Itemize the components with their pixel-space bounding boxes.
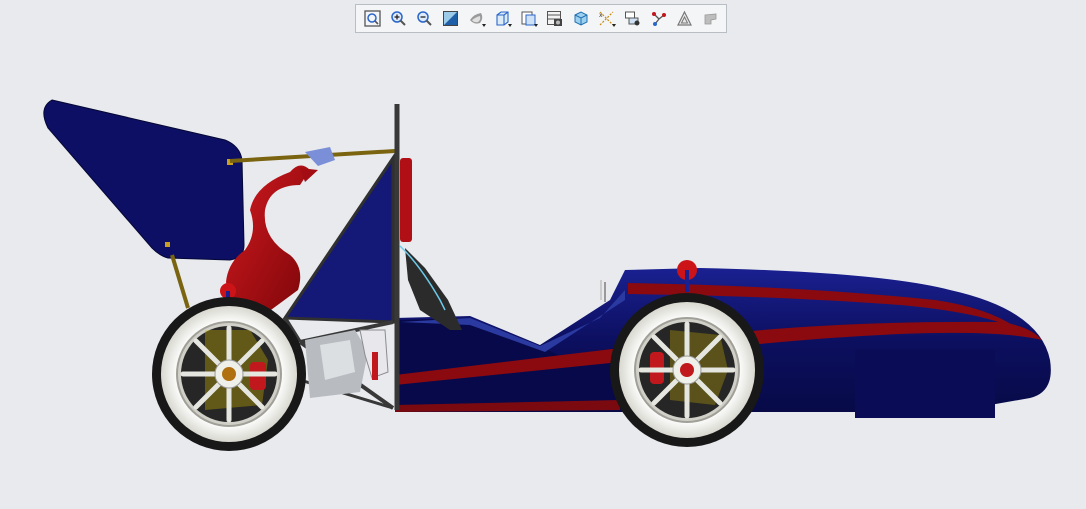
rear-wing xyxy=(43,99,245,261)
view-manager-icon xyxy=(521,11,536,26)
zoom-in-button[interactable] xyxy=(387,7,410,30)
saved-orientations-button[interactable] xyxy=(491,7,514,30)
view-toolbar: x xyxy=(355,4,727,33)
appearance-button[interactable] xyxy=(699,7,722,30)
view-manager-button[interactable] xyxy=(517,7,540,30)
car-model[interactable] xyxy=(0,0,1086,509)
section-view-button[interactable] xyxy=(543,7,566,30)
perspective-view-icon xyxy=(574,11,588,26)
strut-mount xyxy=(305,147,335,166)
simulation-display-button[interactable] xyxy=(673,7,696,30)
front-wheel xyxy=(610,293,764,447)
simulation-display-icon xyxy=(677,10,692,26)
refit-icon xyxy=(364,10,381,27)
svg-text:x: x xyxy=(599,12,603,19)
wing-strut xyxy=(170,254,190,309)
section-view-icon xyxy=(547,11,562,26)
zoom-out-icon xyxy=(417,11,432,26)
perspective-view-button[interactable] xyxy=(569,7,592,30)
spin-center-button[interactable] xyxy=(647,7,670,30)
graphics-viewport[interactable]: x xyxy=(0,0,1086,509)
roll-hoop-pad xyxy=(400,158,412,242)
undertray xyxy=(855,350,995,418)
saved-orientations-icon xyxy=(496,11,509,26)
display-style-icon xyxy=(470,13,483,24)
appearance-icon xyxy=(704,13,717,25)
annotation-display-icon xyxy=(625,11,640,26)
spin-center-icon xyxy=(652,12,666,26)
repaint-icon xyxy=(443,11,458,26)
rear-wheel xyxy=(152,297,306,451)
display-style-button[interactable] xyxy=(465,7,488,30)
zoom-out-button[interactable] xyxy=(413,7,436,30)
datum-display-button[interactable]: x xyxy=(595,7,618,30)
zoom-in-icon xyxy=(391,11,406,26)
datum-display-icon: x xyxy=(599,11,614,26)
wing-bolt xyxy=(165,242,170,247)
refit-button[interactable] xyxy=(361,7,384,30)
repaint-button[interactable] xyxy=(439,7,462,30)
annotation-display-button[interactable] xyxy=(621,7,644,30)
